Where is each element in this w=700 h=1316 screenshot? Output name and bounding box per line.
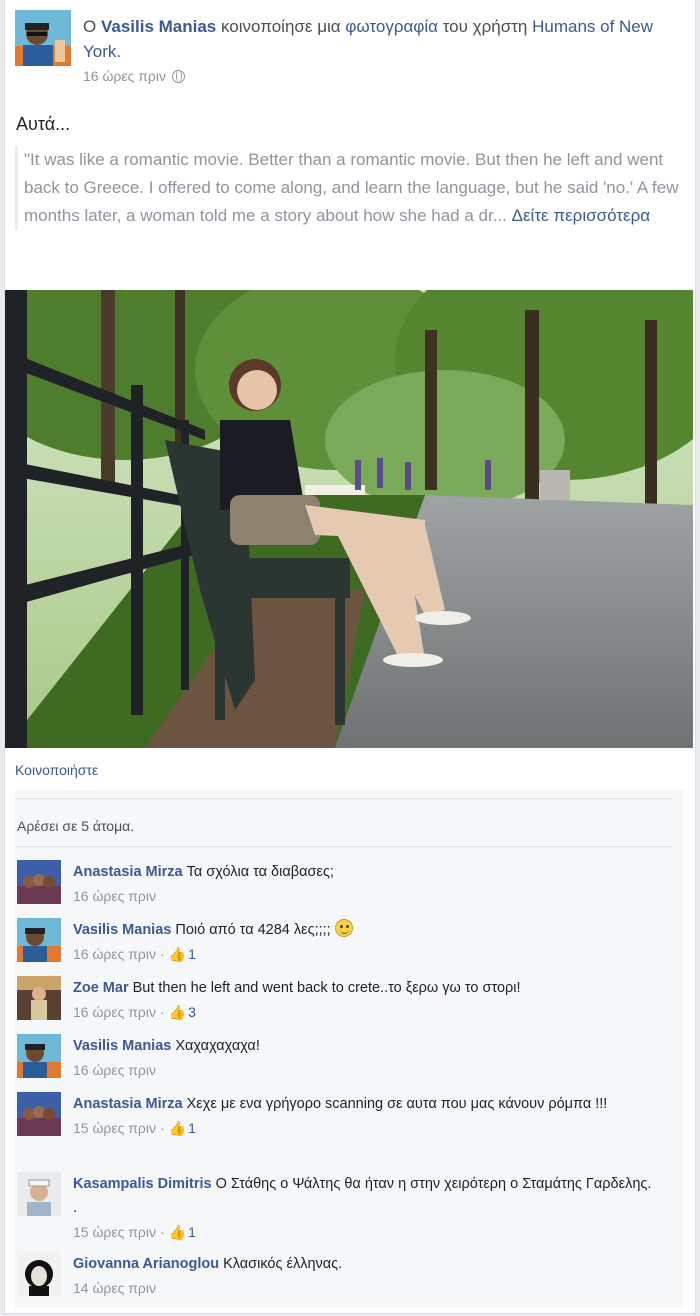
commenter-avatar[interactable] (17, 918, 61, 962)
likes-summary[interactable]: Αρέσει σε 5 άτομα. (17, 818, 134, 834)
thumbs-up-icon: 👍 (168, 1004, 187, 1020)
story-prefix: Ο (83, 17, 97, 36)
smiley-icon (334, 919, 353, 937)
share-action[interactable]: Κοινοποιήστε (15, 762, 98, 778)
comment-time[interactable]: 16 ώρες πριν (73, 1058, 156, 1082)
post-meta: 16 ώρες πριν (83, 68, 185, 84)
photo-link[interactable]: φωτογραφία (345, 17, 438, 36)
commenter-avatar[interactable] (17, 1172, 61, 1216)
commenter-avatar[interactable] (17, 1034, 61, 1078)
comment-body: Vasilis Manias Ποιό από τα 4284 λες;;;; 1… (73, 918, 653, 966)
story-line: Ο Vasilis Manias κοινοποίησε μια φωτογρα… (83, 14, 683, 64)
comment-author[interactable]: Zoe Mar (73, 980, 129, 996)
comment-author[interactable]: Anastasia Mirza (73, 1096, 183, 1112)
comment-time[interactable]: 15 ώρες πριν (73, 1116, 156, 1140)
like-count: 1 (188, 946, 196, 962)
comment-time[interactable]: 16 ώρες πριν (73, 1000, 156, 1024)
story-action: κοινοποίησε μια (221, 17, 341, 36)
actor-name-link[interactable]: Vasilis Manias (101, 17, 216, 36)
comment-time[interactable]: 16 ώρες πριν (73, 942, 156, 966)
commenter-avatar[interactable] (17, 1092, 61, 1136)
commenter-avatar[interactable] (17, 1252, 61, 1296)
comment-body: Giovanna Arianoglou Κλασικός έλληνας. 14 … (73, 1252, 653, 1300)
thumbs-up-icon: 👍 (168, 1120, 187, 1136)
commenter-avatar[interactable] (17, 860, 61, 904)
comment-body: Vasilis Manias Χαχαχαχαχα! 16 ώρες πριν (73, 1034, 653, 1082)
divider (15, 798, 671, 799)
like-count: 1 (188, 1224, 196, 1240)
comment-time[interactable]: 14 ώρες πριν (73, 1276, 156, 1300)
comment-likes[interactable]: 👍 1 (169, 1220, 196, 1244)
comment-author[interactable]: Vasilis Manias (73, 1038, 171, 1054)
comment-body: Anastasia Mirza Τα σχόλια τα διαβασες; 16… (73, 860, 653, 908)
globe-icon[interactable] (171, 69, 185, 83)
comment-author[interactable]: Giovanna Arianoglou (73, 1256, 219, 1272)
author-avatar[interactable] (15, 10, 71, 66)
comment-body: Zoe Mar But then he left and went back to… (73, 976, 653, 1024)
feedback-section: Αρέσει σε 5 άτομα. Anastasia Mirza Τα σχό… (15, 790, 683, 1308)
post-timestamp[interactable]: 16 ώρες πριν (83, 68, 166, 84)
comment-text: Χεχε με ενα γρήγορο scanning σε αυτα που… (186, 1096, 608, 1112)
shared-quote: "It was like a romantic movie. Better th… (15, 146, 685, 230)
comment-likes[interactable]: 👍 3 (169, 1000, 196, 1024)
thumbs-up-icon: 👍 (168, 1224, 187, 1240)
comment-text: Ποιό από τα 4284 λες;;;; (175, 922, 331, 938)
post-message: Αυτά... (16, 114, 71, 134)
comment-author[interactable]: Vasilis Manias (73, 922, 171, 938)
comment-time[interactable]: 15 ώρες πριν (73, 1220, 156, 1244)
story-connector: του χρήστη (442, 17, 528, 36)
post-card: Ο Vasilis Manias κοινοποίησε μια φωτογρα… (4, 0, 696, 1314)
comment-text: But then he left and went back to crete.… (132, 980, 521, 996)
comment-time[interactable]: 16 ώρες πριν (73, 884, 156, 908)
comment-likes[interactable]: 👍 1 (169, 942, 196, 966)
like-count: 3 (188, 1004, 196, 1020)
comment-body: Anastasia Mirza Χεχε με ενα γρήγορο scann… (73, 1092, 653, 1140)
comment-text: Κλασικός έλληνας. (223, 1256, 343, 1272)
thumbs-up-icon: 👍 (168, 946, 187, 962)
comment-body: Kasampalis Dimitris Ο Στάθης ο Ψάλτης θα … (73, 1172, 653, 1244)
comment-likes[interactable]: 👍 1 (169, 1116, 196, 1140)
shared-photo[interactable] (5, 290, 693, 748)
comment-text: Χαχαχαχαχα! (175, 1038, 260, 1054)
commenter-avatar[interactable] (17, 976, 61, 1020)
comment-author[interactable]: Anastasia Mirza (73, 864, 183, 880)
divider (15, 846, 671, 847)
like-count: 1 (188, 1120, 196, 1136)
comment-author[interactable]: Kasampalis Dimitris (73, 1176, 212, 1192)
comment-text: Τα σχόλια τα διαβασες; (186, 864, 334, 880)
see-more-link[interactable]: Δείτε περισσότερα (512, 206, 650, 225)
